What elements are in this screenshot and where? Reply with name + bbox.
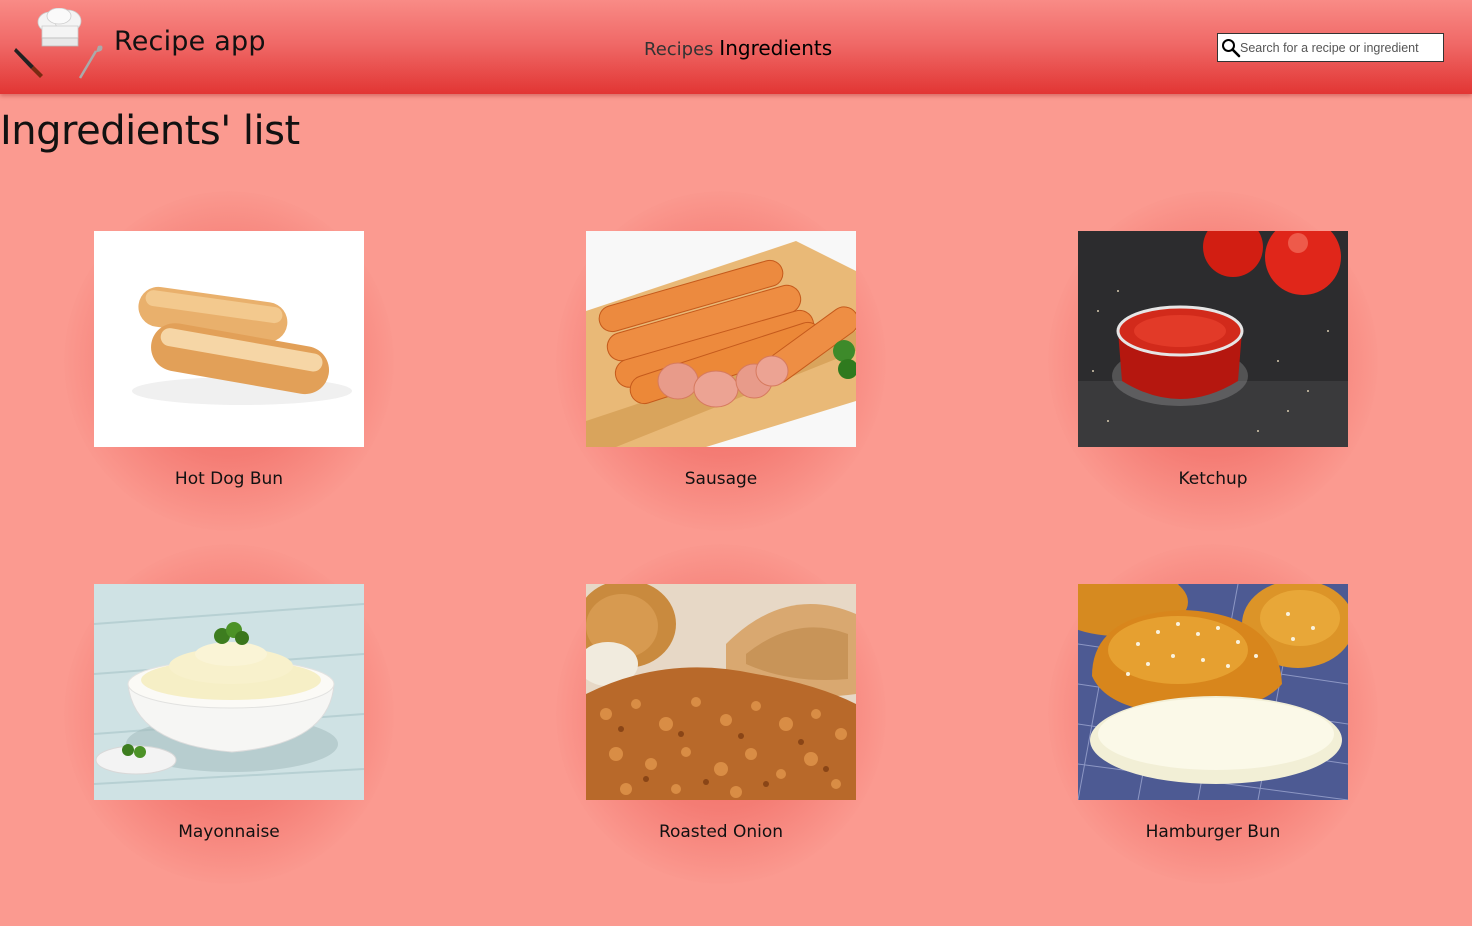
- ingredient-card[interactable]: Roasted Onion: [556, 544, 886, 884]
- ketchup-image[interactable]: [1078, 231, 1348, 447]
- ingredient-name[interactable]: Hamburger Bun: [1078, 822, 1348, 842]
- nav-link-recipes[interactable]: Recipes: [644, 39, 714, 60]
- page-title: Ingredients' list: [0, 108, 300, 154]
- ingredient-name[interactable]: Hot Dog Bun: [94, 469, 364, 489]
- ingredient-name[interactable]: Roasted Onion: [586, 822, 856, 842]
- main-nav: Recipes Ingredients: [644, 36, 832, 60]
- ingredient-name[interactable]: Mayonnaise: [94, 822, 364, 842]
- ingredient-card[interactable]: Mayonnaise: [64, 544, 394, 884]
- hamburger-bun-image[interactable]: [1078, 584, 1348, 800]
- ingredient-name[interactable]: Ketchup: [1078, 469, 1348, 489]
- sausage-image[interactable]: [586, 231, 856, 447]
- ingredient-name[interactable]: Sausage: [586, 469, 856, 489]
- search-icon[interactable]: [1221, 38, 1241, 58]
- mayonnaise-image[interactable]: [94, 584, 364, 800]
- search-input[interactable]: [1240, 37, 1440, 58]
- chef-hat-knife-ladle-icon[interactable]: [10, 7, 110, 84]
- app-title[interactable]: Recipe app: [114, 26, 266, 57]
- ingredient-card[interactable]: Sausage: [556, 191, 886, 531]
- hot-dog-bun-image[interactable]: [94, 231, 364, 447]
- nav-link-ingredients[interactable]: Ingredients: [719, 36, 832, 60]
- ingredient-card[interactable]: Hot Dog Bun: [64, 191, 394, 531]
- top-navigation-bar: Recipe app Recipes Ingredients: [0, 0, 1472, 94]
- ingredient-card[interactable]: Ketchup: [1048, 191, 1378, 531]
- search-box[interactable]: [1217, 33, 1444, 62]
- ingredient-card[interactable]: Hamburger Bun: [1048, 544, 1378, 884]
- roasted-onion-image[interactable]: [586, 584, 856, 800]
